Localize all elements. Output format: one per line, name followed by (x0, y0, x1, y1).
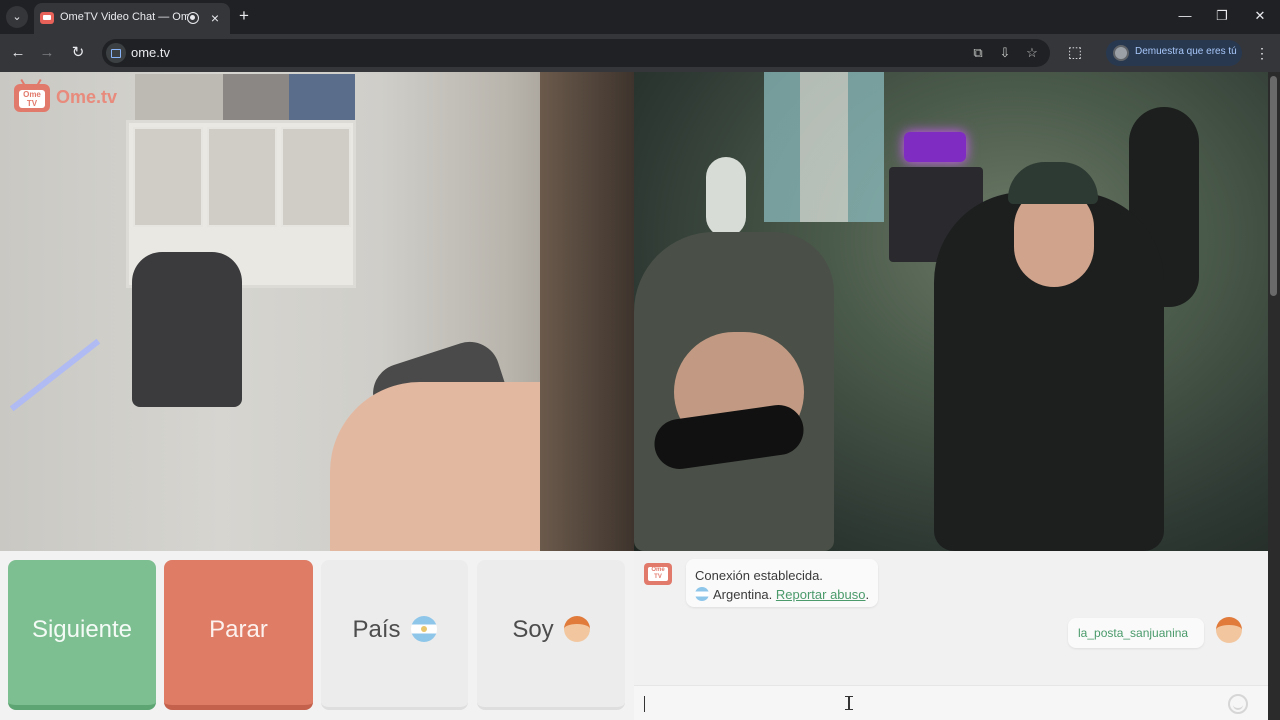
reload-icon[interactable]: ↻ (67, 42, 89, 64)
minimize-button[interactable]: — (1172, 6, 1198, 26)
self-video: Ome TV Ome.tv (0, 72, 634, 551)
system-message: Conexión establecida. Argentina. Reporta… (686, 559, 878, 607)
report-suffix: . (865, 587, 870, 602)
logo-text: Ome.tv (56, 87, 118, 107)
gender-label: Soy (512, 616, 554, 643)
partner-avatar-icon (1216, 617, 1242, 643)
recording-icon (187, 12, 199, 24)
country-name: Argentina. (713, 587, 773, 602)
scrollbar-thumb[interactable] (1270, 76, 1277, 296)
page-scrollbar[interactable] (1268, 72, 1280, 720)
boy-avatar-icon (563, 616, 590, 642)
stop-button[interactable]: Parar (164, 560, 313, 710)
ometv-page: Ome TV Ome.tv Siguiente Parar País Soy O… (0, 72, 1268, 720)
country-line: Argentina. Reportar abuso. (695, 587, 869, 602)
ometv-favicon-icon (40, 12, 54, 24)
close-window-button[interactable]: ✕ (1247, 6, 1273, 26)
ometv-chat-logo-icon: Ome TV (644, 563, 672, 585)
gender-button[interactable]: Soy (477, 560, 625, 710)
new-tab-icon[interactable]: + (234, 6, 254, 26)
text-cursor-icon (845, 696, 853, 710)
video-scene-hair (540, 72, 634, 551)
tab-search-icon[interactable]: ⌄ (6, 6, 28, 28)
more-menu-icon[interactable]: ⋮ (1254, 42, 1270, 64)
emoji-icon[interactable] (1228, 694, 1248, 714)
chat-input[interactable] (634, 685, 1268, 720)
connection-status: Conexión establecida. (695, 568, 823, 583)
close-icon[interactable]: × (206, 9, 224, 27)
profile-label: Demuestra que eres tú (1135, 46, 1237, 57)
video-scene-boxes (135, 74, 355, 120)
forward-icon[interactable]: → (36, 42, 58, 64)
report-abuse-link[interactable]: Reportar abuso (776, 587, 866, 602)
profile-chip[interactable]: Demuestra que eres tú (1106, 40, 1242, 66)
extensions-icon[interactable]: ⬚ (1064, 42, 1086, 64)
profile-icon (1113, 45, 1129, 61)
site-info-icon[interactable] (106, 43, 126, 63)
install-icon[interactable]: ⇩ (995, 43, 1015, 63)
next-button[interactable]: Siguiente (8, 560, 156, 710)
partner-name: la_posta_sanjuanina (1078, 626, 1189, 640)
partner-video (634, 72, 1268, 551)
address-bar[interactable]: ome.tv ⧉ ⇩ ☆ (102, 39, 1050, 67)
text-caret (644, 696, 645, 712)
video-scene-cap (1008, 162, 1098, 204)
maximize-button[interactable]: ❐ (1209, 6, 1235, 26)
country-label: País (352, 616, 401, 643)
chat-panel: Ome TV Conexión establecida. Argentina. … (634, 551, 1268, 720)
tab-ometv[interactable]: OmeTV Video Chat — Ome × (34, 3, 230, 34)
tv-logo-icon: Ome TV (14, 84, 50, 112)
translate-icon[interactable]: ⧉ (968, 43, 988, 63)
argentina-flag-icon (695, 587, 709, 601)
country-button[interactable]: País (321, 560, 468, 710)
video-scene-jacket (132, 252, 242, 407)
tab-title: OmeTV Video Chat — Ome (60, 11, 188, 23)
back-icon[interactable]: ← (7, 42, 29, 64)
url-text[interactable]: ome.tv (131, 45, 170, 60)
bookmark-star-icon[interactable]: ☆ (1022, 43, 1042, 63)
argentina-flag-icon (410, 616, 437, 642)
browser-toolbar: ← → ↻ ome.tv ⧉ ⇩ ☆ ⬚ Demuestra que eres … (0, 34, 1280, 72)
video-scene-light (9, 338, 101, 412)
video-scene-flag (764, 72, 884, 222)
video-scene-speaker-light (904, 132, 966, 162)
tab-strip: ⌄ OmeTV Video Chat — Ome × + — ❐ ✕ (0, 0, 1280, 34)
video-scene-skateboard (706, 157, 746, 237)
partner-name-bubble: la_posta_sanjuanina (1068, 618, 1204, 648)
